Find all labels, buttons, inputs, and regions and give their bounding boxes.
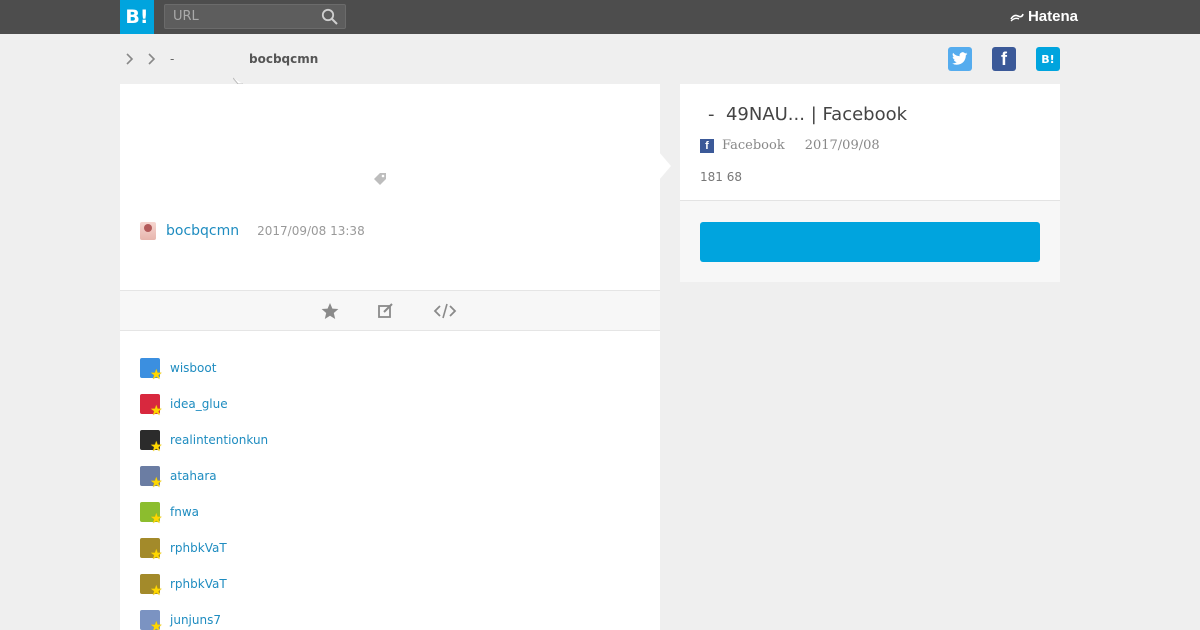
hatena-brand-link[interactable]: Hatena [1010, 8, 1078, 25]
twitter-icon [952, 52, 968, 65]
comment-user-row: bocbqcmn 2017/09/08 13:38 [140, 222, 365, 240]
star-list-item: ★ fnwa [140, 494, 268, 530]
search-icon[interactable] [321, 8, 339, 26]
hatena-bookmark-logo[interactable]: B! [120, 0, 154, 34]
pointer-arrow-icon [659, 152, 671, 180]
chevron-right-icon[interactable] [124, 52, 136, 66]
star-user-list: ★ wisboot ★ idea_glue ★ realintentionkun ★ atah… [140, 350, 268, 630]
avatar[interactable]: ★ [140, 430, 163, 454]
hatena-brand-label: Hatena [1027, 8, 1078, 25]
star-user-name[interactable]: atahara [170, 469, 217, 483]
breadcrumb-dash: - [170, 52, 175, 66]
star-icon: ★ [150, 403, 163, 419]
entry-meta: f Facebook 2017/09/08 [700, 138, 880, 153]
tag-icon[interactable] [372, 171, 388, 187]
star-list-item: ★ junjuns7 [140, 602, 268, 630]
avatar[interactable]: ★ [140, 358, 163, 382]
add-bookmark-button[interactable] [700, 222, 1040, 262]
entry-date: 2017/09/08 [804, 138, 880, 153]
top-bar: B! Hatena [0, 0, 1200, 34]
avatar[interactable]: ★ [140, 466, 163, 490]
avatar[interactable]: ★ [140, 538, 163, 562]
hatena-swirl-icon [1010, 13, 1024, 21]
star-user-name[interactable]: rphbkVaT [170, 577, 227, 591]
facebook-icon: f [1001, 48, 1007, 69]
star-icon: ★ [150, 511, 163, 527]
star-user-name[interactable]: junjuns7 [170, 613, 221, 627]
entry-card: - 49NAU... | Facebook f Facebook 2017/09… [680, 84, 1060, 282]
edit-icon[interactable] [376, 301, 396, 321]
star-list-item: ★ idea_glue [140, 386, 268, 422]
url-search-input[interactable] [165, 5, 315, 28]
star-user-name[interactable]: idea_glue [170, 397, 228, 411]
star-list-item: ★ atahara [140, 458, 268, 494]
star-list-item: ★ rphbkVaT [140, 530, 268, 566]
star-user-name[interactable]: fnwa [170, 505, 199, 519]
avatar[interactable]: ★ [140, 610, 163, 630]
share-hatena-button[interactable]: B! [1036, 47, 1060, 71]
star-user-name[interactable]: wisboot [170, 361, 216, 375]
entry-title-text: 49NAU... | Facebook [725, 104, 908, 125]
breadcrumb-user[interactable]: bocbqcmn [249, 50, 318, 68]
share-facebook-button[interactable]: f [992, 47, 1016, 71]
breadcrumb: - bocbqcmn [124, 50, 318, 68]
hatena-bookmark-icon: B! [1041, 52, 1055, 66]
star-icon: ★ [150, 547, 163, 563]
star-user-name[interactable]: rphbkVaT [170, 541, 227, 555]
star-icon: ★ [150, 619, 163, 630]
star-icon: ★ [150, 367, 163, 383]
entry-title-dash: - [708, 104, 715, 125]
star-list-item: ★ wisboot [140, 350, 268, 386]
star-user-name[interactable]: realintentionkun [170, 433, 268, 447]
avatar[interactable]: ★ [140, 574, 163, 598]
star-icon: ★ [150, 439, 163, 455]
avatar[interactable] [140, 222, 156, 240]
avatar[interactable]: ★ [140, 502, 163, 526]
comment-action-bar [120, 290, 660, 331]
share-twitter-button[interactable] [948, 47, 972, 71]
facebook-icon: f [700, 138, 714, 153]
star-list-item: ★ realintentionkun [140, 422, 268, 458]
star-icon[interactable] [320, 301, 340, 321]
comment-timestamp[interactable]: 2017/09/08 13:38 [257, 224, 365, 238]
star-list-item: ★ rphbkVaT [140, 566, 268, 602]
search-box [164, 4, 346, 29]
avatar[interactable]: ★ [140, 394, 163, 418]
embed-code-icon[interactable] [433, 301, 457, 321]
entry-summary: - 49NAU... | Facebook f Facebook 2017/09… [680, 84, 1060, 201]
entry-counts: 181 68 [700, 170, 742, 184]
chevron-right-icon[interactable] [146, 52, 158, 66]
comment-card: bocbqcmn 2017/09/08 13:38 ★ wisboot ★ idea_… [120, 84, 660, 630]
entry-site[interactable]: Facebook [722, 138, 785, 153]
star-icon: ★ [150, 475, 163, 491]
star-icon: ★ [150, 583, 163, 599]
entry-title[interactable]: - 49NAU... | Facebook [708, 104, 907, 125]
comment-user-name[interactable]: bocbqcmn [166, 223, 239, 239]
